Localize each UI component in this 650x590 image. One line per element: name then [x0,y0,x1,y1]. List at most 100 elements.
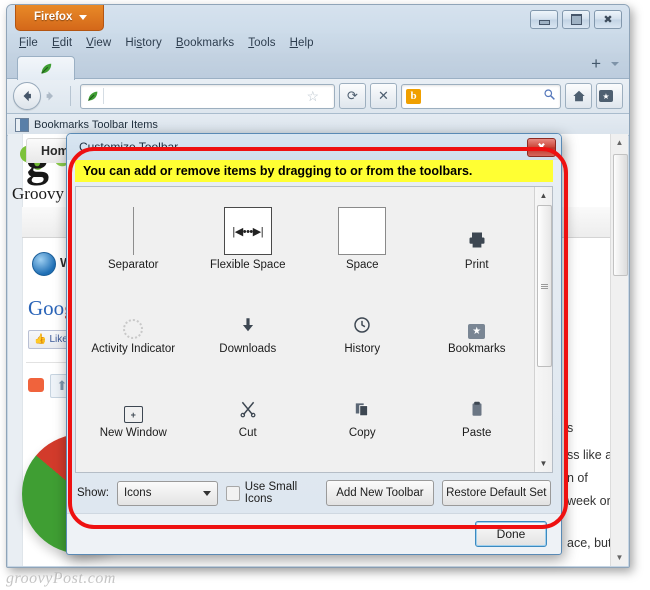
stop-button[interactable]: ✕ [370,83,397,109]
done-button[interactable]: Done [475,521,547,547]
palette-scroll-down-button[interactable]: ▼ [536,456,551,471]
palette-scrollbar-thumb[interactable] [537,205,552,367]
palette-scrollbar[interactable]: ▲ ▼ [534,187,552,472]
bing-search-engine-icon[interactable]: b [406,88,421,104]
palette-item-label: Flexible Space [210,259,286,271]
dialog-titlebar: Customize Toolbar ✖ [67,134,561,160]
menu-item-edit[interactable]: Edit [52,37,72,49]
chevron-down-icon [79,14,88,20]
palette-item[interactable]: Print [420,193,535,277]
close-window-button[interactable]: ✖ [594,10,622,29]
menu-bar: File Edit View History Bookmarks Tools H… [7,33,629,53]
minimize-button[interactable] [530,10,558,29]
scissors-icon [239,400,257,423]
bookmark-star-icon: ★ [599,90,613,102]
article-text-line: s [567,421,574,435]
firefox-menu-label: Firefox [34,11,73,23]
page-scrollbar[interactable]: ▲ ▼ [610,134,628,566]
palette-item-glyph [239,375,257,423]
menu-item-history[interactable]: History [125,37,162,49]
page-scroll-down-button[interactable]: ▼ [611,549,628,566]
menu-item-help[interactable]: Help [290,37,314,49]
use-small-icons-control[interactable]: Use Small Icons [226,481,318,505]
star-icon[interactable]: ☆ [306,88,319,105]
tab-list-chevron-down-icon[interactable] [611,61,619,66]
bookmark-star-icon: ★ [468,324,486,339]
palette-item-label: Copy [348,427,376,439]
palette-scroll-up-button[interactable]: ▲ [536,188,551,203]
use-small-icons-checkbox[interactable] [226,485,240,501]
bookmarks-toolbar-items-label[interactable]: Bookmarks Toolbar Items [34,119,158,131]
navigation-toolbar: ☆ ⟳ ✕ b ★ [7,79,629,114]
clipboard-icon [468,400,486,423]
reddit-icon[interactable] [28,378,44,392]
palette-item-glyph: + [123,375,143,423]
palette-item[interactable]: ★ Bookmarks [420,277,535,361]
palette-item[interactable]: History [305,277,420,361]
back-forward-group [13,82,61,110]
search-bar[interactable]: b [401,83,561,109]
space-box-icon [338,207,387,255]
page-scroll-up-button[interactable]: ▲ [611,134,628,151]
palette-item-label: Space [345,259,379,271]
dialog-title: Customize Toolbar [79,140,179,154]
palette-item[interactable]: Separator [76,193,191,277]
menu-item-view[interactable]: View [86,37,111,49]
tab-strip: + [7,53,629,80]
dialog-close-button[interactable]: ✖ [527,138,556,157]
back-button[interactable] [13,82,41,110]
palette-item[interactable]: Cut [191,361,306,445]
menu-item-tools[interactable]: Tools [248,37,275,49]
article-text-line: ace, but [567,536,612,550]
tab-strip-right-controls: + [591,55,619,72]
palette-item-label: New Window [99,427,167,439]
url-input[interactable] [108,89,307,103]
palette-item[interactable]: Copy [305,361,420,445]
window-controls: ✖ [530,10,622,29]
palette-item[interactable]: |◀•••▶| Flexible Space [191,193,306,277]
google-word-part1: Goo [28,296,65,320]
palette-item-glyph: |◀•••▶| [223,207,272,255]
maximize-button[interactable] [562,10,590,29]
copy-pages-icon [353,400,371,423]
firefox-app-menu-button[interactable]: Firefox [15,5,105,31]
search-icon[interactable] [543,88,556,104]
bookmarks-menu-button[interactable]: ★ [596,83,623,109]
page-scrollbar-thumb[interactable] [613,154,628,276]
forward-button[interactable] [39,85,61,107]
home-icon [572,90,585,102]
restore-default-set-button[interactable]: Restore Default Set [441,480,551,506]
bookmark-star-group[interactable]: ☆ [306,88,331,105]
tab-active[interactable] [17,56,75,80]
palette-item-label: Paste [462,427,492,439]
show-mode-select[interactable]: Icons [116,480,219,506]
dialog-controls-row: Show: Icons Use Small Icons Add New Tool… [75,473,553,513]
palette-item[interactable]: Activity Indicator [76,277,191,361]
palette-item[interactable]: Paste [420,361,535,445]
site-name-text: Groovy [12,184,64,203]
dialog-body: You can add or remove items by dragging … [75,160,553,513]
thumbs-up-icon: 👍 [34,334,47,345]
reload-button[interactable]: ⟳ [339,83,366,109]
customize-toolbar-dialog: Customize Toolbar ✖ You can add or remov… [66,133,562,555]
separator-line-icon [132,207,134,255]
use-small-icons-label: Use Small Icons [244,481,298,505]
palette-item-label: History [344,343,381,355]
url-bar[interactable]: ☆ [80,83,335,109]
new-tab-button[interactable]: + [591,55,601,72]
download-arrow-icon [239,316,257,339]
palette-item-label: Separator [107,259,159,271]
palette-item-glyph [123,291,144,339]
menu-item-file[interactable]: File [19,37,38,49]
menu-item-bookmarks[interactable]: Bookmarks [176,37,234,49]
palette-item[interactable]: + New Window [76,361,191,445]
show-label: Show: [77,487,109,499]
article-text-line: week or [567,494,611,508]
palette-item-label: Activity Indicator [91,343,176,355]
page-favicon-leaf-icon [84,88,104,104]
home-button[interactable] [565,83,592,109]
palette-item[interactable]: Downloads [191,277,306,361]
palette-item[interactable]: Space [305,193,420,277]
toolbar-item-palette[interactable]: Separator |◀•••▶| Flexible Space Space Print… [76,187,534,472]
add-new-toolbar-button[interactable]: Add New Toolbar [326,480,434,506]
